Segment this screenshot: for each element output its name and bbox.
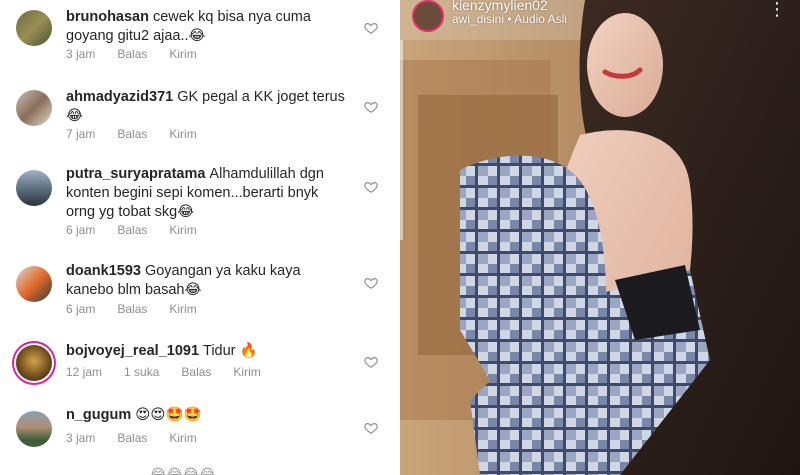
story-avatar[interactable] — [412, 0, 444, 32]
comment-time: 6 jam — [66, 302, 96, 316]
story-header: kienzymylien02 awi_disini • Audio Asli — [412, 0, 567, 32]
heart-icon[interactable] — [364, 21, 378, 35]
heart-icon[interactable] — [364, 276, 378, 290]
send-button[interactable]: Kirim — [233, 365, 260, 379]
send-button[interactable]: Kirim — [169, 127, 196, 141]
heart-icon[interactable] — [364, 421, 378, 435]
avatar[interactable] — [16, 266, 52, 302]
comment-username[interactable]: bojvoyej_real_1091 — [66, 343, 199, 359]
comment-meta: 3 jam Balas Kirim — [66, 431, 219, 445]
comments-panel: brunohasan cewek kq bisa nya cuma goyang … — [0, 0, 400, 475]
reply-button[interactable]: Balas — [117, 431, 147, 445]
comment-time: 3 jam — [66, 47, 96, 61]
comment-meta: 6 jam Balas Kirim — [66, 223, 219, 237]
send-button[interactable]: Kirim — [169, 302, 196, 316]
comment-meta: 6 jam Balas Kirim — [66, 302, 219, 316]
comment-body: doank1593 Goyangan ya kaku kaya kanebo bl… — [66, 262, 346, 300]
story-audio-label[interactable]: awi_disini • Audio Asli — [452, 12, 567, 26]
comment-text: 😍😍🤩🤩 — [135, 407, 202, 423]
like-count[interactable]: 1 suka — [124, 365, 159, 379]
reply-button[interactable]: Balas — [117, 302, 147, 316]
comment-username[interactable]: brunohasan — [66, 9, 149, 25]
comment-time: 6 jam — [66, 223, 96, 237]
story-progress-bar — [400, 40, 403, 240]
comment-username[interactable]: n_gugum — [66, 407, 131, 423]
avatar[interactable] — [16, 170, 52, 206]
avatar[interactable] — [16, 345, 52, 381]
story-panel[interactable]: kienzymylien02 awi_disini • Audio Asli ⋮ — [400, 0, 800, 475]
send-button[interactable]: Kirim — [169, 47, 196, 61]
more-options-icon[interactable]: ⋮ — [768, 0, 786, 18]
comment-body: putra_suryapratama Alhamdulillah dgn kont… — [66, 165, 346, 222]
comment-text: Tidur 🔥 — [203, 343, 258, 359]
avatar[interactable] — [16, 411, 52, 447]
more-comments-preview: 😂😂😂😂 — [150, 466, 216, 475]
heart-icon[interactable] — [364, 100, 378, 114]
comment-meta: 7 jam Balas Kirim — [66, 127, 219, 141]
reply-button[interactable]: Balas — [117, 47, 147, 61]
comment-body: ahmadyazid371 GK pegal a KK joget terus 😂 — [66, 88, 346, 126]
reply-button[interactable]: Balas — [181, 365, 211, 379]
comment-time: 7 jam — [66, 127, 96, 141]
story-user-info: kienzymylien02 awi_disini • Audio Asli — [452, 0, 567, 26]
comment-meta: 12 jam 1 suka Balas Kirim — [66, 365, 283, 379]
heart-icon[interactable] — [364, 180, 378, 194]
comment-username[interactable]: ahmadyazid371 — [66, 89, 173, 105]
comment-time: 3 jam — [66, 431, 96, 445]
comment-body: bojvoyej_real_1091 Tidur 🔥 — [66, 342, 346, 361]
comment-body: brunohasan cewek kq bisa nya cuma goyang … — [66, 8, 346, 46]
comment-meta: 3 jam Balas Kirim — [66, 47, 219, 61]
reply-button[interactable]: Balas — [117, 127, 147, 141]
avatar[interactable] — [16, 10, 52, 46]
heart-icon[interactable] — [364, 355, 378, 369]
comment-body: n_gugum 😍😍🤩🤩 — [66, 406, 346, 425]
reply-button[interactable]: Balas — [117, 223, 147, 237]
story-image — [400, 0, 800, 475]
comment-time: 12 jam — [66, 365, 103, 379]
story-username[interactable]: kienzymylien02 — [452, 0, 567, 12]
send-button[interactable]: Kirim — [169, 223, 196, 237]
send-button[interactable]: Kirim — [169, 431, 196, 445]
comment-username[interactable]: putra_suryapratama — [66, 166, 205, 182]
comment-username[interactable]: doank1593 — [66, 263, 141, 279]
avatar[interactable] — [16, 90, 52, 126]
